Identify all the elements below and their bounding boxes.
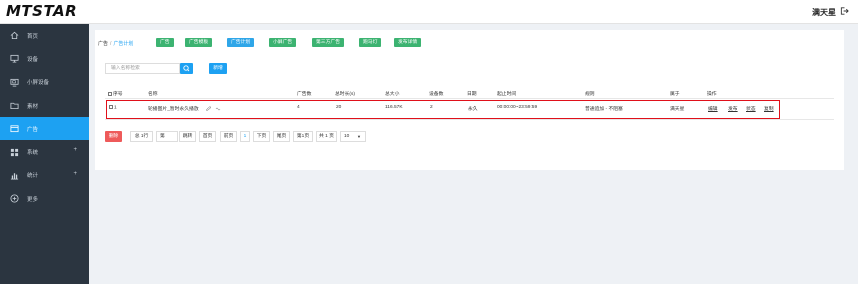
search-input[interactable]: 输入名称检索 bbox=[105, 63, 180, 74]
link-icon[interactable] bbox=[215, 106, 221, 111]
goto-button[interactable]: 跳转 bbox=[179, 131, 196, 142]
header-index[interactable]: 序号 bbox=[108, 90, 123, 97]
breadcrumb: 广告 / 广告计划 bbox=[98, 40, 133, 47]
ad-icon bbox=[10, 125, 19, 133]
plus-circle-icon bbox=[10, 194, 19, 203]
tab-small-screen-ads[interactable]: 小屏广告 bbox=[269, 38, 297, 47]
grid-icon bbox=[10, 148, 19, 156]
header-owner: 属于 bbox=[670, 92, 680, 97]
sidebar: 首页 设备 小屏设备 素材 广告 系统 + 统计 + 更多 bbox=[0, 24, 89, 284]
sidebar-item-ads[interactable]: 广告 bbox=[0, 117, 89, 141]
sidebar-item-label: 小屏设备 bbox=[27, 80, 50, 87]
content-card: 广告 / 广告计划 广告 广告模板 广告计划 小屏广告 第三方广告 跑马灯 发布详情… bbox=[95, 30, 844, 170]
table-row-index[interactable]: 1 bbox=[109, 105, 117, 111]
logout-icon[interactable] bbox=[840, 6, 849, 16]
sidebar-item-materials[interactable]: 素材 bbox=[0, 94, 89, 117]
tab-ads[interactable]: 广告 bbox=[156, 38, 174, 47]
current-page[interactable]: 1 bbox=[240, 131, 250, 142]
sidebar-item-system[interactable]: 系统 + bbox=[0, 140, 89, 163]
header-name: 名称 bbox=[148, 92, 158, 97]
total-pages: 共 1 页 bbox=[316, 131, 337, 142]
folder-icon bbox=[10, 102, 19, 110]
copy-link[interactable]: 复制 bbox=[764, 105, 774, 112]
edit-icon[interactable] bbox=[206, 105, 212, 111]
add-button[interactable]: 新增 bbox=[209, 63, 227, 74]
prev-page-button[interactable]: 前页 bbox=[220, 131, 237, 142]
header-size: 总大小 bbox=[385, 92, 400, 97]
table-row-rule: 普通追加 - 不阻塞 bbox=[585, 107, 623, 112]
table-row-date: 永久 bbox=[468, 107, 478, 112]
header-time-range: 起止时间 bbox=[497, 92, 517, 97]
select-all-checkbox[interactable] bbox=[108, 91, 112, 96]
breadcrumb-separator: / bbox=[110, 41, 112, 47]
search-button[interactable] bbox=[180, 63, 193, 74]
table-row-owner: 满天星 bbox=[670, 107, 685, 112]
table-row-device-count: 2 bbox=[430, 105, 433, 110]
sidebar-item-more[interactable]: 更多 bbox=[0, 187, 89, 210]
header-rule: 规则 bbox=[585, 92, 595, 97]
sidebar-item-devices[interactable]: 设备 bbox=[0, 47, 89, 70]
tab-ad-plans[interactable]: 广告计划 bbox=[227, 38, 255, 47]
row-checkbox[interactable] bbox=[109, 105, 113, 109]
row-name-text: 轮播图片_暂时永久播放 bbox=[148, 107, 199, 112]
publish-link[interactable]: 发布 bbox=[728, 105, 738, 112]
sidebar-item-home[interactable]: 首页 bbox=[0, 24, 89, 47]
page-input[interactable]: 第 bbox=[156, 131, 178, 142]
row-index-label: 1 bbox=[114, 105, 117, 111]
tab-publish-details[interactable]: 发布详情 bbox=[394, 38, 422, 47]
header-date: 日期 bbox=[467, 92, 477, 97]
breadcrumb-root[interactable]: 广告 bbox=[98, 41, 108, 47]
delete-button[interactable]: 删除 bbox=[105, 131, 122, 142]
small-screen-icon bbox=[10, 78, 19, 87]
monitor-icon bbox=[10, 55, 19, 63]
header-label: 序号 bbox=[113, 92, 123, 97]
header-duration: 总时长(s) bbox=[335, 92, 355, 97]
last-page-button[interactable]: 尾页 bbox=[273, 131, 290, 142]
top-bar: MTSTAR 满天星 bbox=[0, 0, 858, 24]
header-divider bbox=[105, 98, 834, 99]
status-link[interactable]: 状态 bbox=[746, 105, 756, 112]
app-logo[interactable]: MTSTAR bbox=[6, 3, 77, 20]
edit-link[interactable]: 编辑 bbox=[708, 105, 718, 112]
table-row-ad-count: 4 bbox=[297, 105, 300, 110]
sidebar-item-label: 设备 bbox=[27, 56, 39, 63]
tab-marquee[interactable]: 跑马灯 bbox=[359, 38, 382, 47]
table-row-time-range: 00:00:00~23:59:59 bbox=[497, 105, 538, 110]
bar-chart-icon bbox=[10, 173, 19, 180]
search-icon bbox=[183, 65, 190, 72]
table-row-duration: 20 bbox=[336, 105, 342, 110]
page-size-value: 10 bbox=[344, 134, 350, 139]
next-page-button[interactable]: 下页 bbox=[253, 131, 270, 142]
tab-third-party-ads[interactable]: 第三方广告 bbox=[312, 38, 344, 47]
sidebar-item-label: 首页 bbox=[27, 33, 39, 40]
tab-ad-templates[interactable]: 广告模板 bbox=[185, 38, 213, 47]
sidebar-item-label: 系统 bbox=[27, 150, 39, 157]
page-info: 第1页 bbox=[293, 131, 313, 142]
sidebar-item-label: 素材 bbox=[27, 103, 39, 110]
expand-icon[interactable]: + bbox=[73, 147, 77, 153]
expand-icon[interactable]: + bbox=[73, 171, 77, 177]
sidebar-item-label: 统计 bbox=[27, 173, 39, 180]
row-divider bbox=[105, 119, 834, 120]
sidebar-item-label: 更多 bbox=[27, 196, 39, 203]
total-rows: 总 1行 bbox=[130, 131, 153, 142]
header-device-count: 设备数 bbox=[429, 92, 444, 97]
table-row-size: 116.57K bbox=[385, 105, 403, 110]
header-actions: 操作 bbox=[707, 92, 717, 97]
chevron-down-icon: ▼ bbox=[357, 134, 361, 139]
table-row-name: 轮播图片_暂时永久播放 bbox=[148, 105, 221, 112]
sidebar-item-label: 广告 bbox=[27, 126, 39, 133]
first-page-button[interactable]: 首页 bbox=[199, 131, 216, 142]
sidebar-item-small-screen[interactable]: 小屏设备 bbox=[0, 71, 89, 94]
user-name[interactable]: 满天星 bbox=[812, 7, 836, 18]
breadcrumb-current: 广告计划 bbox=[113, 41, 134, 47]
header-ad-count: 广告数 bbox=[297, 92, 312, 97]
page-size-select[interactable]: 10 ▼ bbox=[340, 131, 366, 142]
home-icon bbox=[10, 31, 19, 40]
sidebar-item-stats[interactable]: 统计 + bbox=[0, 164, 89, 187]
